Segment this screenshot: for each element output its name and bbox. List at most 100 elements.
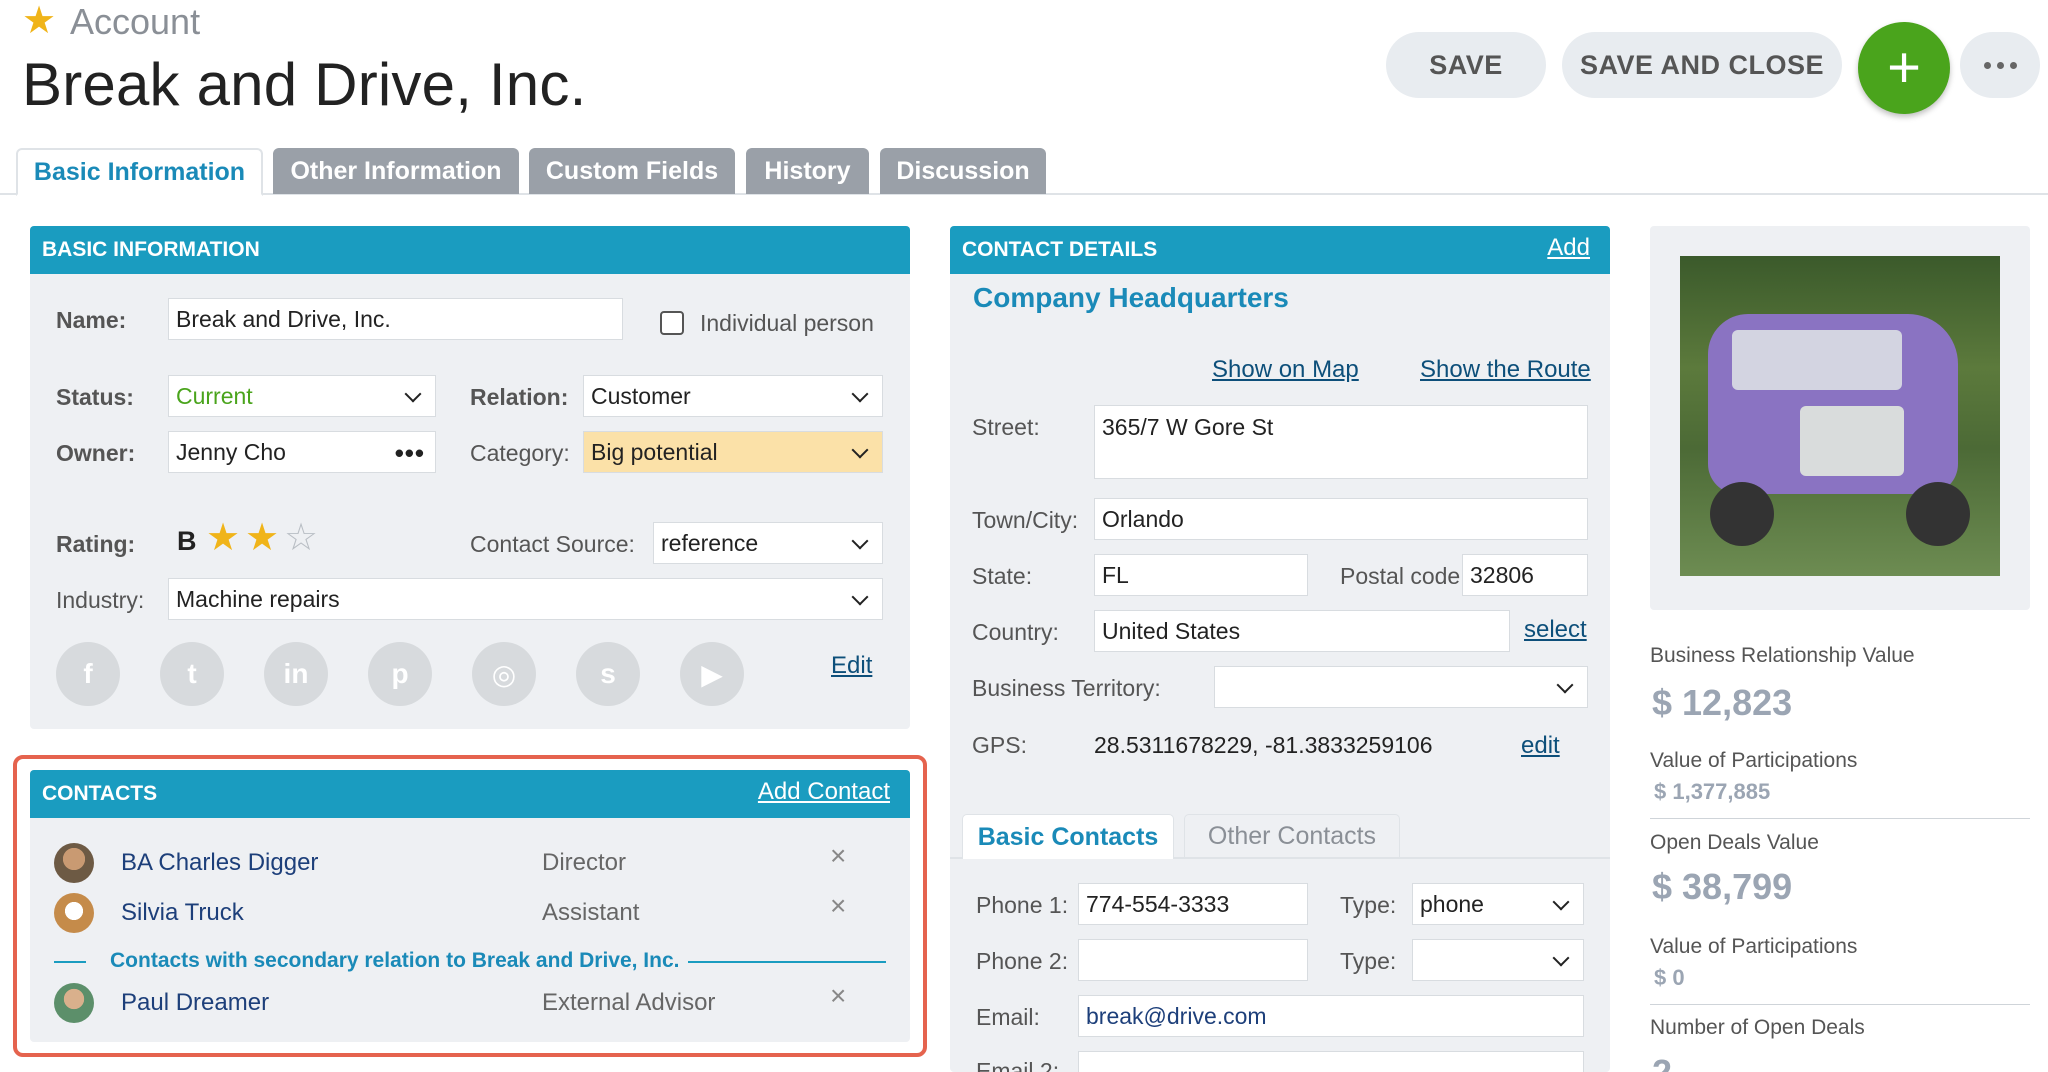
open-deals-value: $ 38,799: [1652, 866, 1793, 907]
industry-select[interactable]: Machine repairs: [168, 578, 883, 620]
number-of-open-deals-label: Number of Open Deals: [1650, 1016, 1865, 1039]
open-deals-value-label: Open Deals Value: [1650, 831, 1819, 854]
more-options-button[interactable]: [1960, 32, 2040, 98]
phone2-type-label: Type:: [1340, 948, 1397, 974]
street-input[interactable]: 365/7 W Gore St: [1094, 405, 1588, 479]
subtab-other-contacts[interactable]: Other Contacts: [1184, 814, 1400, 857]
basic-information-header: BASIC INFORMATION: [30, 226, 910, 274]
phone1-type-select[interactable]: phone: [1412, 883, 1584, 925]
subtab-basic-contacts[interactable]: Basic Contacts: [962, 814, 1174, 859]
add-address-link[interactable]: Add: [1547, 234, 1590, 262]
youtube-icon[interactable]: ▶: [680, 642, 744, 706]
status-select[interactable]: Current: [168, 375, 436, 417]
state-label: State:: [972, 563, 1033, 589]
owner-picker-icon[interactable]: •••: [395, 438, 425, 469]
dot-icon: [1983, 61, 1991, 69]
email2-label: Email 2:: [976, 1058, 1060, 1072]
save-button[interactable]: SAVE: [1386, 32, 1546, 98]
photo-shape: [1732, 330, 1902, 390]
relation-select[interactable]: Customer: [583, 375, 883, 417]
rating-star-2-icon[interactable]: ★: [245, 518, 279, 558]
gps-label: GPS:: [972, 732, 1027, 758]
individual-person-label: Individual person: [700, 310, 874, 336]
tab-custom-fields[interactable]: Custom Fields: [529, 148, 735, 194]
value-of-participations-label: Value of Participations: [1650, 749, 1858, 772]
email-input[interactable]: break@drive.com: [1078, 995, 1584, 1037]
photo-shape: [1710, 482, 1774, 546]
individual-person-checkbox[interactable]: [660, 311, 684, 335]
show-on-map-link[interactable]: Show on Map: [1212, 356, 1359, 384]
email2-input[interactable]: [1078, 1051, 1584, 1072]
skype-icon[interactable]: s: [576, 642, 640, 706]
name-input[interactable]: Break and Drive, Inc.: [168, 298, 623, 340]
show-route-link[interactable]: Show the Route: [1420, 356, 1591, 384]
photo-shape: [1800, 406, 1904, 476]
pinterest-icon[interactable]: p: [368, 642, 432, 706]
phone1-type-label: Type:: [1340, 892, 1397, 918]
relation-label: Relation:: [470, 384, 569, 410]
city-label: Town/City:: [972, 507, 1079, 533]
owner-value: Jenny Cho: [176, 438, 286, 465]
gps-value: 28.5311678229, -81.3833259106: [1094, 732, 1433, 758]
business-relationship-value: $ 12,823: [1652, 682, 1793, 723]
postal-code-label: Postal code: [1340, 563, 1460, 589]
record-type-label: Account: [70, 1, 201, 42]
postal-code-input[interactable]: 32806: [1462, 554, 1588, 596]
photo-panel: [1650, 226, 2030, 610]
add-button[interactable]: +: [1858, 22, 1950, 114]
territory-label: Business Territory:: [972, 675, 1161, 701]
contact-source-label: Contact Source:: [470, 531, 635, 557]
save-and-close-button[interactable]: SAVE AND CLOSE: [1562, 32, 1842, 98]
owner-input[interactable]: Jenny Cho •••: [168, 431, 436, 473]
tab-history[interactable]: History: [746, 148, 869, 194]
account-photo[interactable]: [1680, 256, 2000, 576]
number-of-open-deals-value: 2: [1652, 1052, 1672, 1072]
territory-select[interactable]: [1214, 666, 1588, 708]
contact-details-header: CONTACT DETAILS Add: [950, 226, 1610, 274]
contact-details-title: CONTACT DETAILS: [962, 238, 1158, 261]
social-edit-link[interactable]: Edit: [831, 652, 872, 680]
category-select[interactable]: Big potential: [583, 431, 883, 473]
street-label: Street:: [972, 414, 1040, 440]
facebook-icon[interactable]: f: [56, 642, 120, 706]
value-of-participations-value: $ 1,377,885: [1654, 779, 1771, 804]
value-of-participations-value: $ 0: [1654, 965, 1685, 990]
page-title: Break and Drive, Inc.: [22, 51, 587, 118]
city-input[interactable]: Orlando: [1094, 498, 1588, 540]
dot-icon: [1996, 61, 2004, 69]
email-label: Email:: [976, 1004, 1040, 1030]
phone1-label: Phone 1:: [976, 892, 1069, 918]
gps-edit-link[interactable]: edit: [1521, 732, 1560, 760]
rating-grade: B: [177, 526, 197, 556]
contacts-highlight-frame: [13, 755, 927, 1057]
rating-star-3-icon[interactable]: ☆: [284, 518, 318, 558]
tab-other-information[interactable]: Other Information: [273, 148, 519, 194]
business-relationship-value-label: Business Relationship Value: [1650, 644, 1915, 667]
tab-basic-information[interactable]: Basic Information: [16, 148, 263, 196]
phone2-type-select[interactable]: [1412, 939, 1584, 981]
phone2-label: Phone 2:: [976, 948, 1069, 974]
state-input[interactable]: FL: [1094, 554, 1308, 596]
photo-shape: [1906, 482, 1970, 546]
twitter-icon[interactable]: t: [160, 642, 224, 706]
metrics-divider: [1650, 1004, 2030, 1005]
instagram-icon[interactable]: ◎: [472, 642, 536, 706]
phone1-input[interactable]: 774-554-3333: [1078, 883, 1308, 925]
rating-star-1-icon[interactable]: ★: [206, 518, 240, 558]
rating-label: Rating:: [56, 531, 136, 557]
contact-source-select[interactable]: reference: [653, 522, 883, 564]
value-of-participations-label: Value of Participations: [1650, 935, 1858, 958]
linkedin-icon[interactable]: in: [264, 642, 328, 706]
favorite-star-icon[interactable]: ★: [22, 2, 60, 40]
name-label: Name:: [56, 307, 127, 333]
metrics-divider: [1650, 818, 2030, 819]
country-label: Country:: [972, 619, 1059, 645]
select-country-link[interactable]: select: [1524, 616, 1587, 644]
status-label: Status:: [56, 384, 134, 410]
category-label: Category:: [470, 440, 570, 466]
country-input[interactable]: United States: [1094, 610, 1510, 652]
industry-label: Industry:: [56, 587, 145, 613]
tab-discussion[interactable]: Discussion: [880, 148, 1046, 194]
dot-icon: [2009, 61, 2017, 69]
phone2-input[interactable]: [1078, 939, 1308, 981]
